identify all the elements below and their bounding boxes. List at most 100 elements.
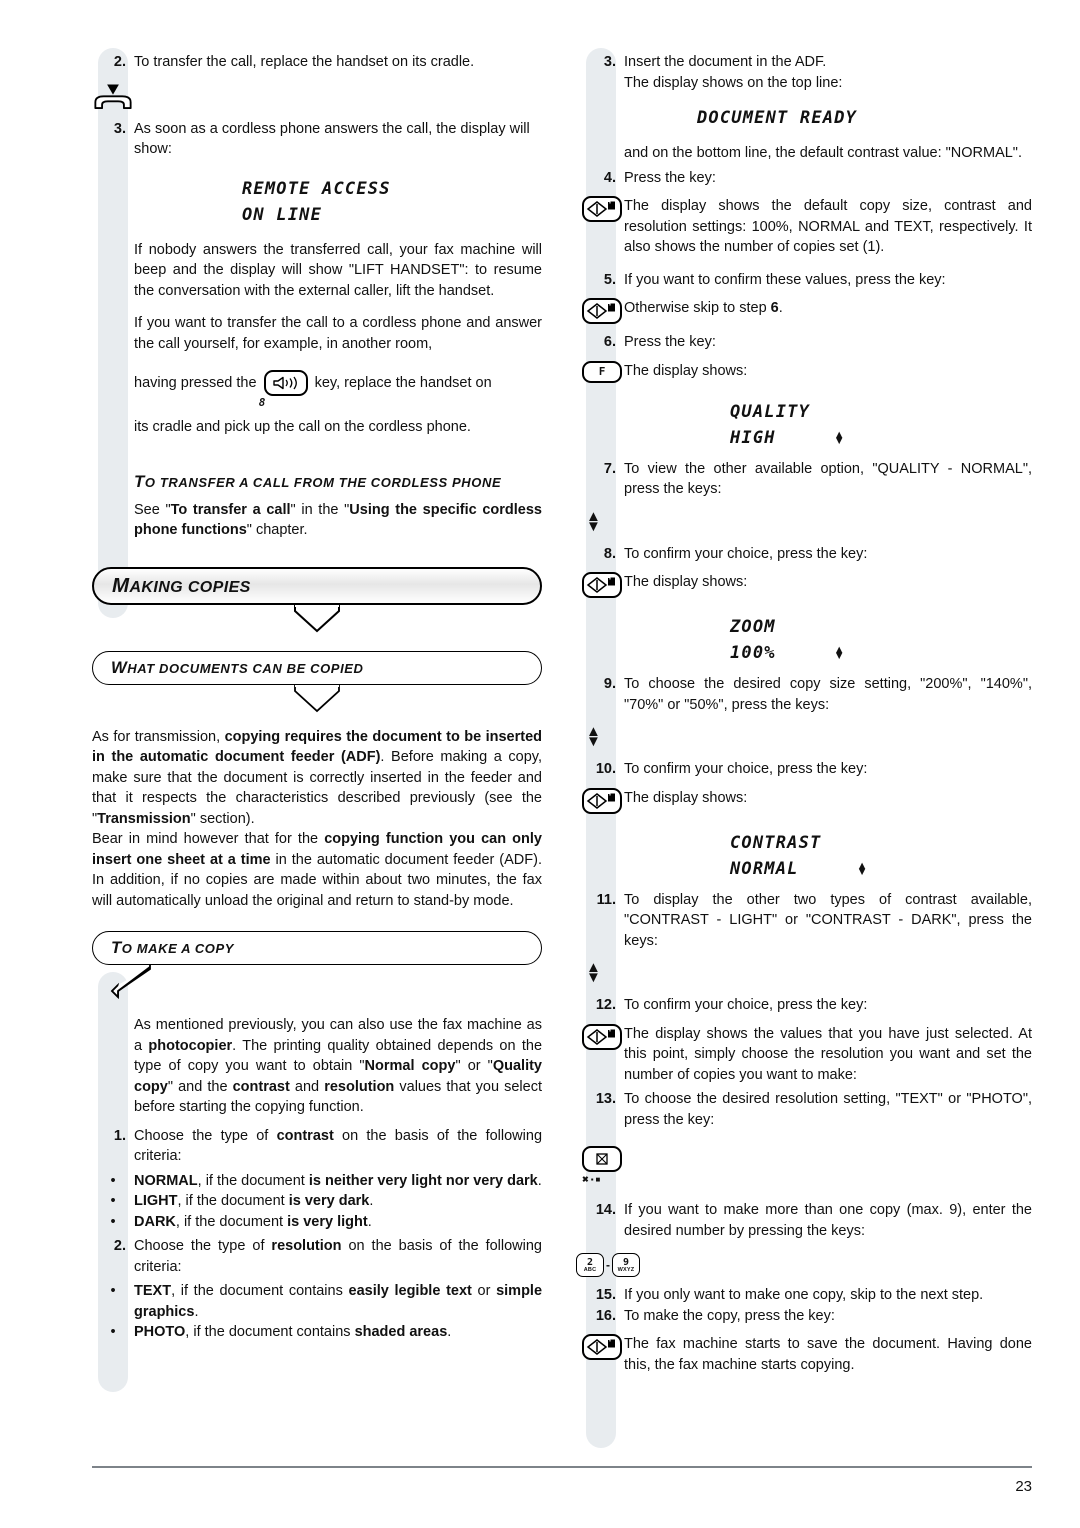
right-step-6-key-row: F The display shows: bbox=[582, 360, 1032, 383]
step-number: 14. bbox=[595, 1202, 616, 1218]
bl-4: . bbox=[369, 1193, 374, 1209]
display-contrast-line2-row: NORMAL ▲ ▼ bbox=[582, 856, 1032, 882]
up-down-arrow-keys-icon[interactable]: ▲ ▼ bbox=[586, 724, 601, 749]
key-gutter: ▲ ▼ bbox=[582, 960, 624, 985]
display-quality-line2: HIGH bbox=[730, 427, 776, 448]
paragraph-cradle-pickup: its cradle and pick up the call on the c… bbox=[134, 419, 471, 435]
see-text-1: See " bbox=[134, 501, 171, 518]
left-step-2-resolution: 2. Choose the type of resolution on the … bbox=[92, 1236, 542, 1277]
copy-start-glyph bbox=[586, 303, 615, 319]
step-text: To confirm your choice, press the key: bbox=[624, 997, 868, 1013]
bn-4: . bbox=[537, 1172, 542, 1189]
step-text: The fax machine starts to save the docum… bbox=[624, 1336, 1032, 1373]
right-step-5: 5. If you want to confirm these values, … bbox=[582, 270, 1032, 291]
paragraph-transfer-cordless: If you want to transfer the call to a co… bbox=[134, 315, 542, 352]
paragraph-one-sheet-at-a-time: Bear in mind however that for the copyin… bbox=[92, 829, 542, 911]
display-zoom-line2-row: 100% ▲ ▼ bbox=[582, 640, 1032, 666]
copy-start-glyph bbox=[586, 1339, 615, 1355]
s1-a: Choose the type of bbox=[134, 1127, 277, 1144]
bn-3: is neither very light nor very dark bbox=[308, 1172, 538, 1189]
resolution-key-icon[interactable] bbox=[582, 1146, 622, 1172]
key-gutter bbox=[582, 1023, 624, 1050]
bt-2: , if the document contains bbox=[171, 1283, 349, 1299]
copy-start-key-icon[interactable] bbox=[582, 572, 622, 598]
right-step-7-arrow-keys: ▲ ▼ bbox=[582, 509, 1032, 534]
bullet-text: NORMAL, if the document is neither very … bbox=[134, 1171, 542, 1192]
display-line-on-line: ON LINE bbox=[242, 204, 323, 225]
function-key-label: F bbox=[598, 365, 606, 378]
bd-1: DARK bbox=[134, 1213, 176, 1230]
bullet-light: • LIGHT, if the document is very dark. bbox=[92, 1191, 542, 1212]
bp-1: PHOTO bbox=[134, 1324, 186, 1340]
display-contrast-line2: NORMAL bbox=[730, 858, 799, 879]
heading-tail-connector bbox=[294, 684, 340, 712]
bn-1: NORMAL bbox=[134, 1172, 198, 1189]
mc-b: photocopier bbox=[148, 1037, 233, 1054]
left-column: 2. To transfer the call, replace the han… bbox=[92, 48, 542, 1392]
numeric-key-2[interactable]: 2 ABC bbox=[576, 1253, 604, 1277]
bullet-marker: • bbox=[110, 1193, 116, 1209]
step-text: Press the key: bbox=[624, 334, 716, 350]
crossed-box-glyph bbox=[596, 1153, 608, 1165]
key-gutter: ▲ ▼ bbox=[582, 509, 624, 534]
down-arrow-icon[interactable]: ▼ bbox=[586, 970, 601, 985]
bullet-dark: • DARK, if the document is very light. bbox=[92, 1212, 542, 1233]
see-text-2: To transfer a call bbox=[170, 501, 291, 518]
bt-6: . bbox=[194, 1303, 199, 1320]
speaker-key-icon[interactable] bbox=[263, 370, 308, 396]
speaker-key-wrapper[interactable] bbox=[263, 370, 308, 397]
bullet-normal: • NORMAL, if the document is neither ver… bbox=[92, 1171, 542, 1192]
left-step-3: 3. As soon as a cordless phone answers t… bbox=[92, 119, 542, 160]
function-key-icon[interactable]: F bbox=[582, 360, 622, 383]
numeric-key-9[interactable]: 9 WXYZ bbox=[612, 1253, 640, 1277]
bl-3: is very dark bbox=[288, 1193, 370, 1209]
speaker-post-text: key, replace the handset on bbox=[314, 375, 492, 392]
resolution-indicator-marks-icon: ✖▪■ bbox=[582, 1175, 603, 1184]
key-gutter: ▲ ▼ bbox=[582, 724, 624, 749]
copy-start-glyph bbox=[586, 577, 615, 593]
display-updown-indicator-icon: ▲ ▼ bbox=[856, 859, 868, 878]
right-step-16: 16. To make the copy, press the key: bbox=[582, 1306, 1032, 1327]
bn-2: , if the document bbox=[197, 1172, 309, 1189]
step-text: As soon as a cordless phone answers the … bbox=[134, 120, 530, 158]
up-down-arrow-keys-icon[interactable]: ▲ ▼ bbox=[586, 509, 601, 534]
right-step-9: 9. To choose the desired copy size setti… bbox=[582, 674, 1032, 715]
step-number: 13. bbox=[595, 1091, 616, 1107]
bd-2: , if the document bbox=[175, 1213, 288, 1230]
copy-start-key-icon[interactable] bbox=[582, 196, 622, 222]
display-quality-line2-row: HIGH ▲ ▼ bbox=[582, 425, 1032, 451]
bullet-marker: • bbox=[110, 1324, 116, 1340]
numeric-key-digit: 9 bbox=[622, 1256, 630, 1268]
mc-j: resolution bbox=[324, 1078, 395, 1095]
subheading-capital: T bbox=[134, 471, 145, 491]
mc-i: and bbox=[289, 1078, 325, 1095]
copy-start-key-icon[interactable] bbox=[582, 787, 622, 814]
copy-start-key-icon[interactable] bbox=[582, 298, 622, 324]
down-arrow-icon[interactable]: ▼ bbox=[586, 519, 601, 534]
key-gutter bbox=[582, 787, 624, 814]
step-number: 6. bbox=[603, 334, 616, 350]
step-text: The display shows: bbox=[624, 362, 748, 379]
right-step-10: 10. To confirm your choice, press the ke… bbox=[582, 759, 1032, 780]
copy-start-key-icon[interactable] bbox=[582, 1023, 622, 1050]
up-down-arrow-keys-icon[interactable]: ▲ ▼ bbox=[586, 960, 601, 985]
step-text: Insert the document in the ADF. bbox=[624, 54, 827, 70]
heading-text: WHAT DOCUMENTS CAN BE COPIED bbox=[111, 657, 364, 677]
right-step-3-line2: The display shows on the top line: bbox=[624, 74, 843, 91]
step-text: To confirm your choice, press the key: bbox=[624, 545, 868, 562]
speaker-wave-icon bbox=[272, 376, 297, 390]
right-step-14: 14. If you want to make more than one co… bbox=[582, 1200, 1032, 1241]
down-arrow-icon[interactable]: ▼ bbox=[586, 734, 601, 749]
handset-gutter bbox=[92, 81, 134, 115]
copy-start-key-icon[interactable] bbox=[582, 1334, 622, 1360]
paragraph-photocopier: As mentioned previously, you can also us… bbox=[134, 1015, 542, 1118]
right-step-7: 7. To view the other available option, "… bbox=[582, 459, 1032, 500]
step-number: 15. bbox=[595, 1287, 616, 1303]
footer-divider bbox=[92, 1466, 1032, 1468]
bp-4: . bbox=[447, 1324, 452, 1340]
paragraph-copy-requirements: As for transmission, copying requires th… bbox=[92, 727, 542, 830]
step-text: The display shows the default copy size,… bbox=[624, 198, 1032, 255]
bt-4: or bbox=[471, 1283, 497, 1299]
bullet-text: PHOTO, if the document contains shaded a… bbox=[134, 1322, 542, 1343]
numeric-key-letters: WXYZ bbox=[617, 1266, 635, 1273]
